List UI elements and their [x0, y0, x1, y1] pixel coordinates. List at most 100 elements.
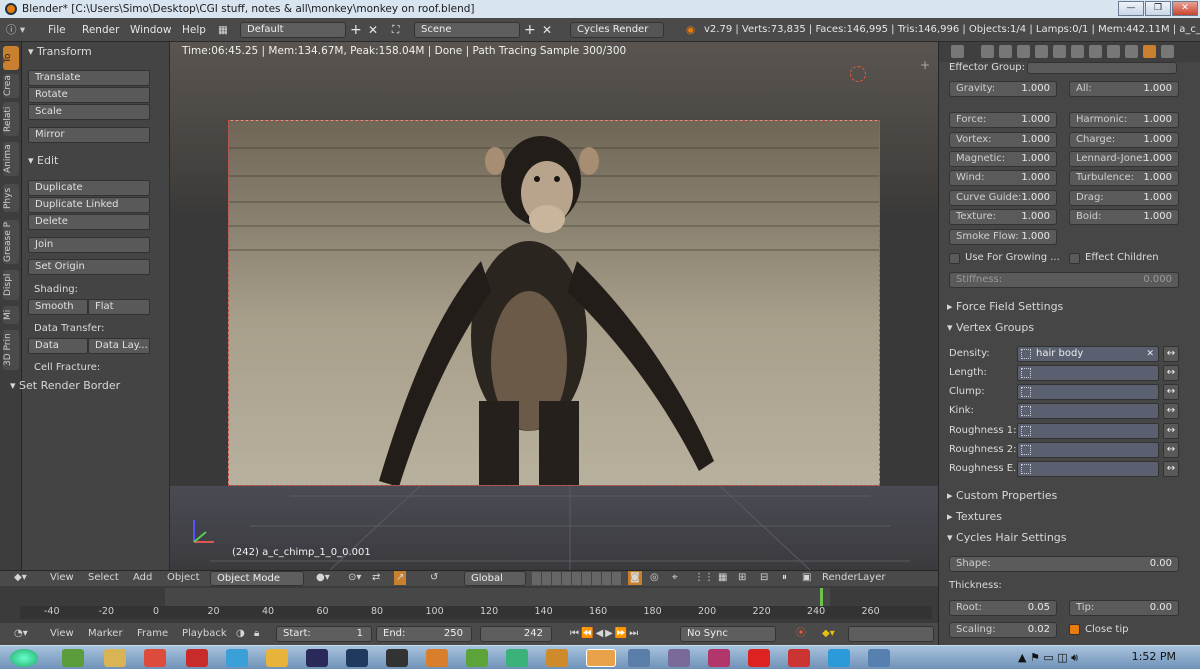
screen-layout-icon[interactable]: ▦: [218, 18, 228, 42]
tab-display[interactable]: Displ: [3, 270, 19, 300]
harmonic-field[interactable]: Harmonic: 1.000: [1069, 112, 1179, 128]
delete-button[interactable]: Delete: [28, 214, 150, 230]
orientation-select[interactable]: Global: [464, 571, 526, 586]
start-button-icon[interactable]: [10, 649, 38, 667]
texture-field[interactable]: Texture: 1.000: [949, 209, 1057, 225]
vg-roughness1-field[interactable]: [1017, 423, 1159, 439]
gravity-field[interactable]: Gravity: 1.000: [949, 81, 1057, 97]
scale-button[interactable]: Scale: [28, 104, 150, 120]
add-menu[interactable]: Add: [133, 571, 152, 585]
taskbar-app9-icon[interactable]: [628, 649, 650, 667]
manipulator-icon[interactable]: ↗: [394, 571, 407, 585]
render-engine-select[interactable]: Cycles Render: [570, 22, 664, 38]
taskbar-vivaldi-icon[interactable]: [186, 649, 208, 667]
info-editor-icon[interactable]: ⓘ ▾: [6, 18, 25, 42]
wind-field[interactable]: Wind: 1.000: [949, 170, 1057, 186]
magnetic-field[interactable]: Magnetic: 1.000: [949, 151, 1057, 167]
boid-field[interactable]: Boid: 1.000: [1069, 209, 1179, 225]
tab-grease-pencil[interactable]: Grease P: [3, 220, 19, 264]
taskbar-app12-icon[interactable]: [788, 649, 810, 667]
taskbar-app7-icon[interactable]: [506, 649, 528, 667]
frame-menu[interactable]: Frame: [137, 623, 168, 645]
viewport-plus-icon[interactable]: +: [920, 58, 930, 72]
taskbar-blender-icon[interactable]: [586, 649, 616, 667]
lock-layers-icon[interactable]: ◙: [628, 571, 642, 585]
renderlayer-icon[interactable]: ▣: [802, 571, 811, 585]
remove-layout-icon[interactable]: ✕: [368, 18, 378, 42]
vg-density-field[interactable]: hair body ✕: [1017, 346, 1159, 362]
world-tab-icon[interactable]: [1017, 45, 1030, 58]
particles-tab-icon[interactable]: [1143, 45, 1156, 58]
vg-kink-field[interactable]: [1017, 403, 1159, 419]
data-button[interactable]: Data: [28, 338, 88, 354]
vg-roughness-end-field[interactable]: [1017, 461, 1159, 477]
pivot-icon[interactable]: ⊙▾: [348, 571, 361, 585]
scene-icon[interactable]: ⛶: [392, 18, 399, 42]
duplicate-linked-button[interactable]: Duplicate Linked: [28, 197, 150, 213]
render-tab-icon[interactable]: [951, 45, 964, 58]
taskbar-app10-icon[interactable]: [668, 649, 690, 667]
drag-field[interactable]: Drag: 1.000: [1069, 190, 1179, 206]
charge-field[interactable]: Charge: 1.000: [1069, 132, 1179, 148]
tip-field[interactable]: Tip: 0.00: [1069, 600, 1179, 616]
join-button[interactable]: Join: [28, 237, 150, 253]
record-icon[interactable]: ⦿: [796, 623, 806, 645]
taskbar-app3-icon[interactable]: [266, 649, 288, 667]
vg-density-invert-icon[interactable]: ↔: [1163, 346, 1179, 362]
set-render-border-header[interactable]: ▾ Set Render Border: [10, 379, 120, 392]
start-frame-field[interactable]: Start: 1: [276, 626, 372, 642]
lock-icon[interactable]: 🔒︎: [254, 623, 259, 645]
layers-grid[interactable]: [532, 572, 622, 585]
use-for-growing-checkbox[interactable]: [949, 253, 960, 264]
root-field[interactable]: Root: 0.05: [949, 600, 1057, 616]
select-menu[interactable]: Select: [88, 571, 119, 585]
minimize-button[interactable]: —: [1118, 1, 1144, 16]
mode-select[interactable]: Object Mode: [210, 571, 304, 586]
taskbar-app11-icon[interactable]: [708, 649, 730, 667]
sync-select[interactable]: No Sync: [680, 626, 776, 642]
vg-clump-invert-icon[interactable]: ↔: [1163, 384, 1179, 400]
vg-roughness1-invert-icon[interactable]: ↔: [1163, 423, 1179, 439]
all-field[interactable]: All: 1.000: [1069, 81, 1179, 97]
tab-misc[interactable]: Mi: [3, 306, 19, 324]
close-tip-checkbox[interactable]: [1069, 624, 1080, 635]
mirror-button[interactable]: Mirror: [28, 127, 150, 143]
rotate-button[interactable]: Rotate: [28, 87, 150, 103]
playback-controls-icon[interactable]: ⏮⏪◀▶⏩⏭: [570, 623, 640, 645]
taskbar-skype-icon[interactable]: [828, 649, 850, 667]
rotate-manipulator-icon[interactable]: ↺: [430, 571, 438, 585]
remove-scene-icon[interactable]: ✕: [542, 18, 552, 42]
data-layout-button[interactable]: Data Lay...: [88, 338, 150, 354]
end-frame-field[interactable]: End: 250: [376, 626, 472, 642]
playback-menu[interactable]: Playback: [182, 623, 227, 645]
taskbar-folder-icon[interactable]: [104, 649, 126, 667]
set-origin-button[interactable]: Set Origin: [28, 259, 150, 275]
taskbar-app13-icon[interactable]: [868, 649, 890, 667]
menu-help[interactable]: Help: [182, 18, 206, 42]
scene-field[interactable]: Scene: [414, 22, 520, 38]
taskbar-after-effects-icon[interactable]: [306, 649, 328, 667]
modifiers-tab-icon[interactable]: [1071, 45, 1084, 58]
taskbar-app6-icon[interactable]: [466, 649, 488, 667]
translate-button[interactable]: Translate: [28, 70, 150, 86]
viewport-shading-icon[interactable]: ●▾: [316, 571, 330, 585]
vertex-groups-header[interactable]: ▾ Vertex Groups: [947, 321, 1034, 334]
stiffness-field[interactable]: Stiffness: 0.000: [949, 272, 1179, 288]
tab-create[interactable]: Crea: [3, 74, 19, 98]
menu-file[interactable]: File: [48, 18, 66, 42]
render-layers-tab-icon[interactable]: [981, 45, 994, 58]
shape-field[interactable]: Shape: 0.00: [949, 556, 1179, 572]
render-view-icon[interactable]: ⊟: [760, 571, 768, 585]
vg-roughness2-field[interactable]: [1017, 442, 1159, 458]
tab-tools[interactable]: To: [3, 46, 19, 70]
flat-button[interactable]: Flat: [88, 299, 150, 315]
physics-tab-icon[interactable]: [1161, 45, 1174, 58]
scene-tab-icon[interactable]: [999, 45, 1012, 58]
smooth-button[interactable]: Smooth: [28, 299, 88, 315]
textures-header[interactable]: ▸ Textures: [947, 510, 1002, 523]
keying-set-field[interactable]: [848, 626, 934, 642]
effect-children-checkbox[interactable]: [1069, 253, 1080, 264]
taskbar-opera-icon[interactable]: [748, 649, 770, 667]
edit-panel-header[interactable]: ▾ Edit: [28, 154, 58, 167]
marker-menu[interactable]: Marker: [88, 623, 123, 645]
